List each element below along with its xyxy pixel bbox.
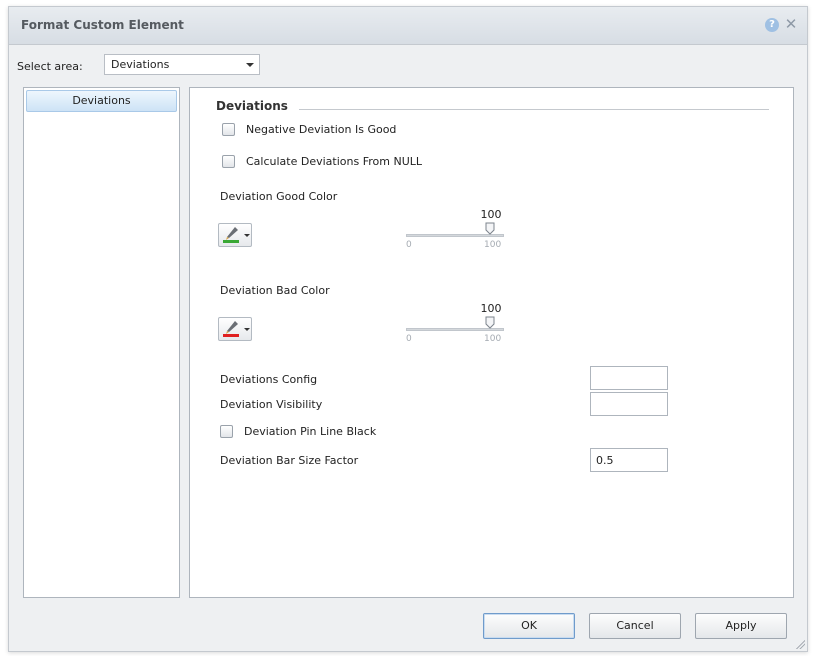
chevron-down-icon — [246, 63, 254, 67]
section-divider — [299, 109, 769, 110]
bad-color-label: Deviation Bad Color — [220, 284, 330, 297]
slider-min-label: 0 — [406, 240, 412, 250]
deviations-config-field[interactable] — [590, 366, 668, 390]
slider-thumb-icon[interactable] — [485, 222, 495, 235]
calculate-from-null-label: Calculate Deviations From NULL — [246, 155, 422, 168]
pin-line-black-label: Deviation Pin Line Black — [244, 425, 377, 438]
slider-min-label: 0 — [406, 334, 412, 344]
good-color-swatch — [223, 240, 239, 243]
chevron-down-icon — [244, 328, 250, 331]
good-color-opacity-slider[interactable]: 100 0 100 — [406, 208, 506, 254]
slider-max-label: 100 — [484, 240, 502, 250]
area-list-item-label: Deviations — [72, 94, 131, 107]
paint-brush-icon — [223, 321, 239, 337]
chevron-down-icon — [244, 234, 250, 237]
area-list: Deviations — [23, 87, 180, 598]
select-area-dropdown[interactable]: Deviations — [104, 54, 260, 75]
select-area-label: Select area: — [17, 60, 83, 73]
area-list-item-deviations[interactable]: Deviations — [26, 90, 177, 112]
help-icon[interactable]: ? — [765, 18, 779, 32]
cancel-button[interactable]: Cancel — [589, 613, 681, 639]
apply-button[interactable]: Apply — [695, 613, 787, 639]
bad-opacity-value: 100 — [480, 302, 502, 315]
good-color-label: Deviation Good Color — [220, 190, 338, 203]
negative-deviation-good-option[interactable]: Negative Deviation Is Good — [222, 122, 442, 138]
deviation-visibility-field[interactable] — [590, 392, 668, 416]
pin-line-black-checkbox[interactable] — [220, 425, 233, 438]
section-title: Deviations — [216, 99, 288, 113]
bar-size-factor-label: Deviation Bar Size Factor — [220, 454, 359, 467]
paint-brush-icon — [223, 227, 239, 243]
calculate-from-null-option[interactable]: Calculate Deviations From NULL — [222, 154, 462, 170]
bad-color-opacity-slider[interactable]: 100 0 100 — [406, 302, 506, 348]
title-bar[interactable]: Format Custom Element ? ✕ — [9, 7, 807, 45]
format-custom-element-dialog: Format Custom Element ? ✕ Select area: D… — [8, 6, 808, 652]
slider-thumb-icon[interactable] — [485, 316, 495, 329]
resize-grip-icon[interactable] — [795, 639, 805, 649]
negative-deviation-good-label: Negative Deviation Is Good — [246, 123, 397, 136]
properties-panel: Deviations Negative Deviation Is Good Ca… — [189, 87, 794, 598]
pin-line-black-option[interactable]: Deviation Pin Line Black — [220, 424, 440, 440]
bad-color-picker-button[interactable] — [218, 317, 252, 341]
deviations-config-label: Deviations Config — [220, 373, 318, 386]
deviation-visibility-label: Deviation Visibility — [220, 398, 323, 411]
select-area-value: Deviations — [111, 58, 170, 71]
slider-max-label: 100 — [484, 334, 502, 344]
bar-size-factor-field[interactable] — [590, 448, 668, 472]
dialog-title: Format Custom Element — [21, 18, 184, 32]
negative-deviation-good-checkbox[interactable] — [222, 123, 235, 136]
ok-button[interactable]: OK — [483, 613, 575, 639]
calculate-from-null-checkbox[interactable] — [222, 155, 235, 168]
good-color-picker-button[interactable] — [218, 223, 252, 247]
close-icon[interactable]: ✕ — [783, 15, 799, 33]
good-opacity-value: 100 — [480, 208, 502, 221]
bad-color-swatch — [223, 334, 239, 337]
